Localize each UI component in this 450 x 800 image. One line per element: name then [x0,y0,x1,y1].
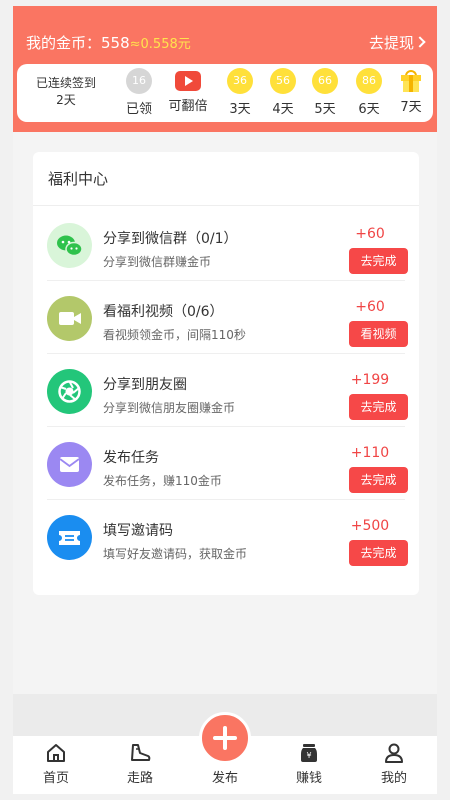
tab-label: 我的 [380,771,407,786]
tab-label: 走路 [126,771,153,786]
task-complete-button[interactable]: 去完成 [349,540,408,566]
task-name: 看福利视频（0/6） [103,304,224,320]
coin-icon: 86 [356,68,382,94]
chevron-right-icon [414,36,426,48]
task-desc: 分享到微信朋友圈赚金币 [103,401,236,415]
signin-day-4[interactable]: 56 4天 [260,68,306,117]
wechat-icon [47,223,92,268]
task-share-wechat-group: 分享到微信群（0/1） 分享到微信群赚金币 +60 去完成 [33,208,419,281]
tab-walk[interactable]: 走路 [110,742,170,786]
divider [33,205,419,206]
header: 我的金币：558≈0.558元 去提现 已连续签到 2天 16 已领 可翻倍 3… [13,6,437,132]
task-invite-code: 填写邀请码 填写好友邀请码，获取金币 +500 去完成 [33,500,419,573]
task-reward: +110 [350,445,390,461]
withdraw-link[interactable]: 去提现 [368,32,426,53]
signin-day-label: 7天 [400,100,422,115]
coin-row: 我的金币：558≈0.558元 去提现 [26,32,426,54]
publish-plus-button[interactable] [199,712,251,764]
app-screen: 我的金币：558≈0.558元 去提现 已连续签到 2天 16 已领 可翻倍 3… [13,6,437,794]
coin-icon: 36 [227,68,253,94]
ticket-icon [47,515,92,560]
money-jar-icon: ¥ [301,744,317,762]
withdraw-label: 去提现 [368,34,414,52]
signin-day-6[interactable]: 86 6天 [346,68,392,117]
tab-label: 发布 [211,771,238,786]
signin-day-label: 4天 [272,102,294,117]
task-publish: 发布任务 发布任务，赚110金币 +110 去完成 [33,427,419,500]
task-complete-button[interactable]: 去完成 [349,248,408,274]
signin-streak: 已连续签到 2天 [25,75,107,109]
video-camera-icon [47,296,92,341]
streak-label: 已连续签到 [35,76,96,90]
welfare-center-card: 福利中心 分享到微信群（0/1） 分享到微信群赚金币 +60 去完成 看福利视频… [33,152,419,595]
signin-day-label: 6天 [358,102,380,117]
task-name: 分享到微信群（0/1） [103,231,238,247]
task-reward: +199 [350,372,390,388]
signin-day-3[interactable]: 36 3天 [217,68,263,117]
video-play-icon [175,71,201,91]
task-name: 分享到朋友圈 [103,377,187,393]
coin-balance-label: 我的金币：558 [26,34,130,52]
streak-days: 2天 [56,93,76,107]
tab-mine[interactable]: 我的 [364,742,424,786]
signin-day-label: 5天 [314,102,336,117]
gift-icon [401,70,421,92]
task-watch-video: 看福利视频（0/6） 看视频领金币，间隔110秒 +60 看视频 [33,281,419,354]
signin-day-1[interactable]: 16 已领 [116,68,162,117]
welfare-center-title: 福利中心 [48,170,109,188]
task-desc: 填写好友邀请码，获取金币 [103,547,248,561]
home-icon [47,744,65,762]
signin-day-5[interactable]: 66 5天 [302,68,348,117]
signin-panel: 已连续签到 2天 16 已领 可翻倍 36 3天 56 4天 66 5天 86 … [17,64,433,122]
task-reward: +60 [355,299,385,315]
task-desc: 分享到微信群赚金币 [103,255,212,269]
shoe-icon [131,744,151,761]
task-reward: +60 [355,226,385,242]
coin-icon: 56 [270,68,296,94]
task-complete-button[interactable]: 去完成 [349,394,408,420]
task-name: 发布任务 [103,450,159,466]
user-icon [385,743,403,763]
tab-earn[interactable]: ¥ 赚钱 [279,742,339,786]
signin-day-label: 已领 [125,102,152,117]
coin-balance: 我的金币：558≈0.558元 [26,32,191,53]
task-watch-video-button[interactable]: 看视频 [349,321,408,347]
coin-icon: 66 [312,68,338,94]
task-share-moments: 分享到朋友圈 分享到微信朋友圈赚金币 +199 去完成 [33,354,419,427]
coin-claimed-icon: 16 [126,68,152,94]
task-reward: +500 [350,518,390,534]
tab-label: 首页 [42,771,69,786]
task-complete-button[interactable]: 去完成 [349,467,408,493]
svg-text:¥: ¥ [306,751,311,760]
moments-icon [47,369,92,414]
signin-day-label: 3天 [229,102,251,117]
signin-day-7[interactable]: 7天 [388,68,434,115]
task-desc: 发布任务，赚110金币 [103,474,222,488]
tab-label: 赚钱 [295,771,322,786]
signin-day-label: 可翻倍 [168,99,208,114]
coin-yuan-value: ≈0.558元 [129,37,191,52]
task-desc: 看视频领金币，间隔110秒 [103,328,246,342]
tab-home[interactable]: 首页 [26,742,86,786]
task-name: 填写邀请码 [103,523,173,539]
signin-day-double[interactable]: 可翻倍 [165,68,211,114]
task-envelope-icon [47,442,92,487]
